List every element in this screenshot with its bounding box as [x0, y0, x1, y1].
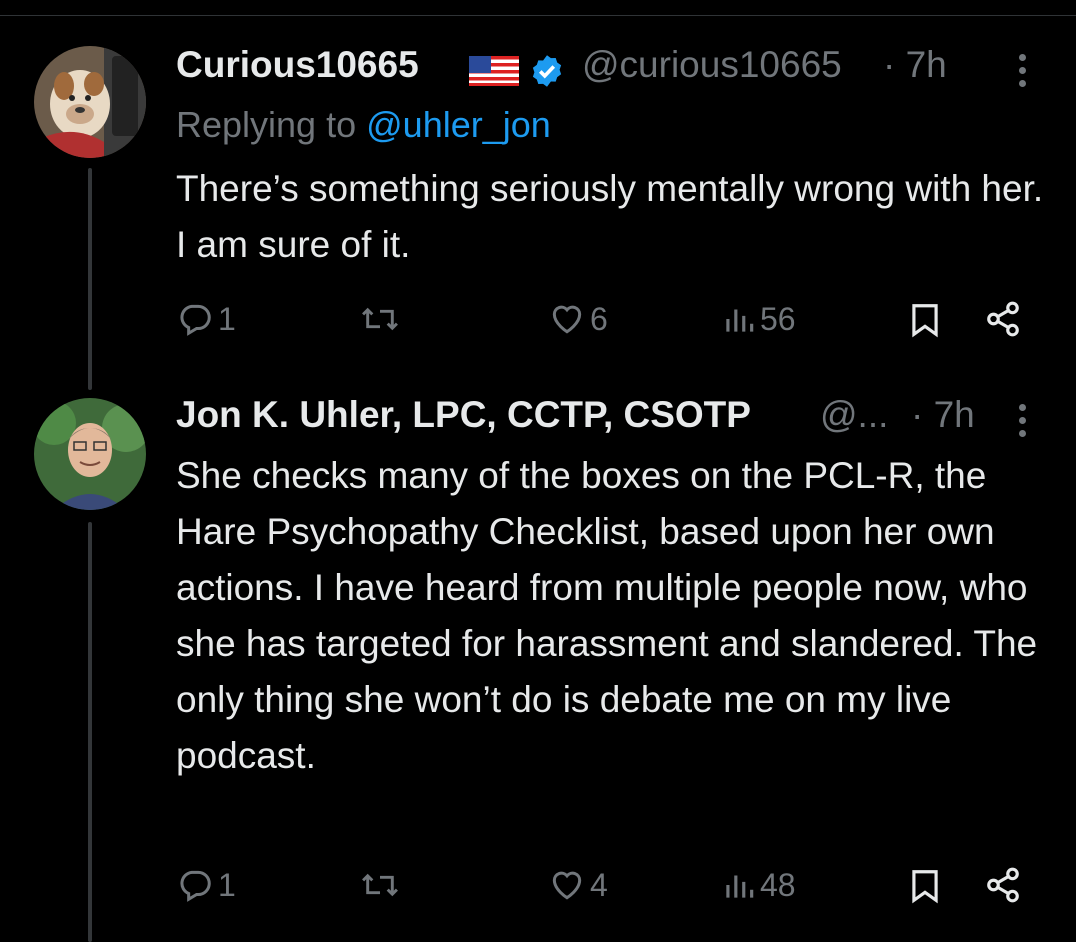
tweet-header: Curious10665 @curious10665 · 7h	[176, 44, 1036, 100]
timestamp[interactable]: · 7h	[883, 44, 947, 86]
replying-label: Replying to	[176, 104, 357, 145]
like-icon	[552, 871, 582, 900]
like-button[interactable]: 6	[548, 300, 608, 338]
display-name[interactable]: Jon K. Uhler, LPC, CCTP, CSOTP	[176, 394, 751, 436]
reply-button[interactable]: 1	[176, 866, 236, 904]
reply-icon	[180, 870, 211, 902]
tweet-actions: 1 4 48	[176, 866, 1036, 906]
avatar[interactable]	[34, 46, 146, 158]
like-count: 6	[590, 300, 608, 337]
retweet-button[interactable]	[360, 300, 404, 338]
reply-icon	[180, 304, 211, 336]
verified-badge-icon[interactable]	[529, 53, 565, 94]
display-name[interactable]: Curious10665	[176, 44, 419, 86]
thread-line	[88, 522, 92, 942]
tweet-header: Jon K. Uhler, LPC, CCTP, CSOTP @... · 7h	[176, 394, 1036, 450]
handle[interactable]: @curious10665	[582, 44, 842, 86]
bookmark-icon	[912, 304, 938, 338]
replying-to: Replying to @uhler_jon	[176, 104, 551, 146]
more-icon[interactable]	[1019, 54, 1029, 93]
retweet-icon	[362, 873, 398, 897]
reply-count: 1	[218, 300, 236, 337]
like-button[interactable]: 4	[548, 866, 608, 904]
views-icon	[726, 309, 754, 332]
bookmark-icon	[912, 870, 938, 904]
tweet-actions: 1 6 56	[176, 300, 1036, 340]
share-button[interactable]	[984, 300, 1022, 338]
reply-count: 1	[218, 866, 236, 903]
bookmark-button[interactable]	[906, 300, 944, 340]
tweet[interactable]: Jon K. Uhler, LPC, CCTP, CSOTP @... · 7h…	[176, 394, 1037, 844]
views-icon	[726, 875, 754, 898]
tweet-text: There’s something seriously mentally wro…	[176, 168, 1044, 265]
top-divider	[0, 15, 1076, 16]
views-button[interactable]: 48	[722, 866, 796, 904]
tweet-text: She checks many of the boxes on the PCL-…	[176, 455, 1038, 776]
retweet-button[interactable]	[360, 866, 404, 904]
retweet-icon	[362, 307, 398, 331]
thread-line	[88, 168, 92, 390]
us-flag-icon	[469, 56, 519, 91]
replying-mention-link[interactable]: @uhler_jon	[366, 104, 551, 145]
bookmark-button[interactable]	[906, 866, 944, 906]
views-button[interactable]: 56	[722, 300, 796, 338]
handle[interactable]: @...	[820, 394, 888, 436]
share-icon	[987, 867, 1019, 903]
like-icon	[552, 305, 582, 334]
share-icon	[987, 301, 1019, 337]
avatar[interactable]	[34, 398, 146, 510]
reply-button[interactable]: 1	[176, 300, 236, 338]
timestamp[interactable]: · 7h	[911, 394, 975, 436]
views-count: 48	[760, 866, 796, 903]
more-icon[interactable]	[1019, 404, 1029, 443]
like-count: 4	[590, 866, 608, 903]
views-count: 56	[760, 300, 796, 337]
share-button[interactable]	[984, 866, 1022, 904]
